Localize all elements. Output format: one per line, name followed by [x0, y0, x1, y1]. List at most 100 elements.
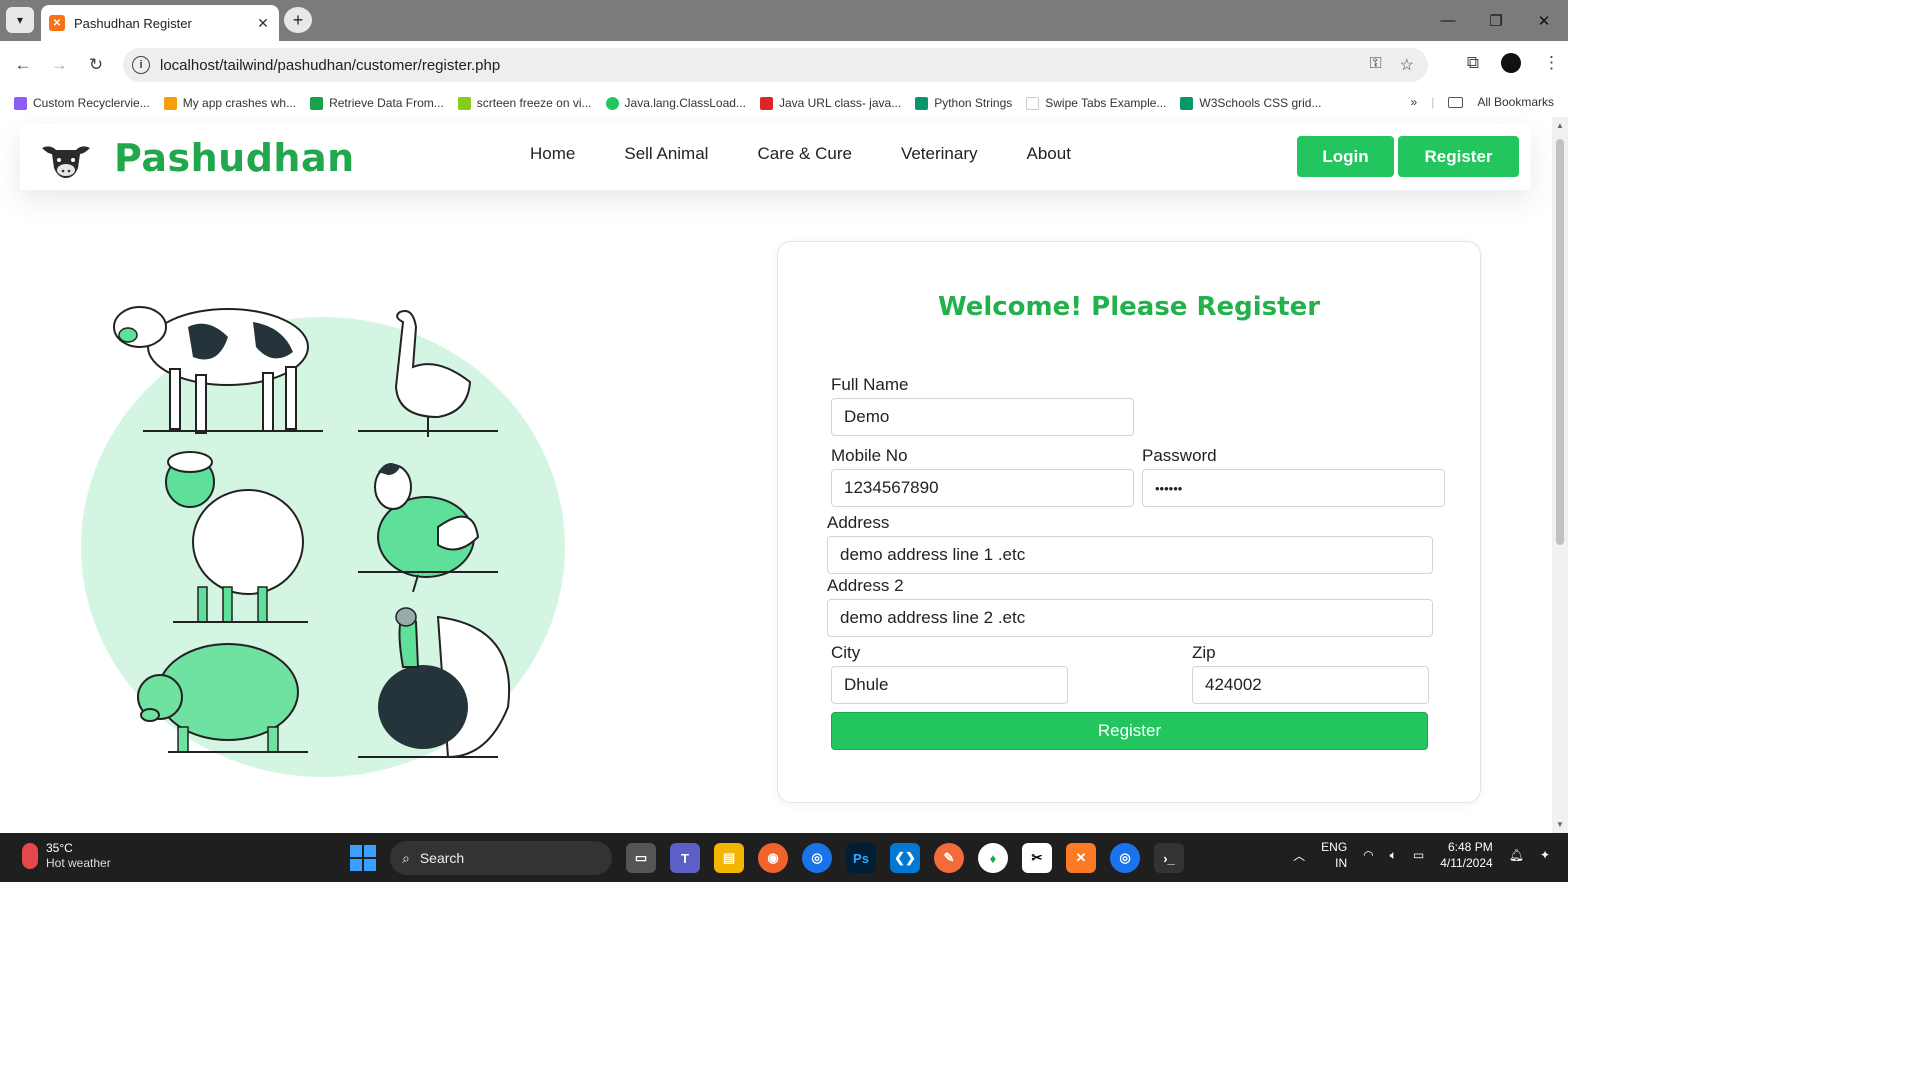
- thermometer-icon: [22, 842, 38, 869]
- forward-icon[interactable]: →: [47, 53, 71, 77]
- browser-tab[interactable]: ✕ Pashudhan Register ✕: [41, 5, 279, 41]
- register-submit-button[interactable]: Register: [831, 712, 1428, 750]
- windows-start-icon[interactable]: [350, 845, 376, 871]
- cow-logo-icon: [42, 146, 90, 178]
- address-label: Address: [827, 513, 890, 532]
- wifi-icon[interactable]: ◠: [1363, 848, 1373, 862]
- main-menu: Home Sell Animal Care & Cure Veterinary …: [530, 144, 1071, 164]
- address-bar[interactable]: i localhost/tailwind/pashudhan/customer/…: [123, 48, 1428, 82]
- divider: |: [1431, 95, 1435, 109]
- nav-link-care-cure[interactable]: Care & Cure: [757, 144, 851, 164]
- capcut-icon[interactable]: ✂: [1022, 843, 1052, 873]
- nav-link-veterinary[interactable]: Veterinary: [901, 144, 978, 164]
- teams-icon[interactable]: T: [670, 843, 700, 873]
- bookmark-favicon-icon: [759, 96, 773, 110]
- restore-icon[interactable]: ❐: [1472, 0, 1520, 41]
- url-text[interactable]: localhost/tailwind/pashudhan/customer/re…: [160, 57, 500, 74]
- mobile-field[interactable]: 1234567890: [831, 469, 1134, 507]
- bookmark-item[interactable]: Custom Recyclervie...: [14, 96, 150, 110]
- site-info-icon[interactable]: i: [132, 56, 150, 74]
- chrome-icon[interactable]: ◎: [802, 843, 832, 873]
- mobile-label: Mobile No: [831, 446, 908, 465]
- back-icon[interactable]: ←: [11, 53, 35, 77]
- bookmark-item[interactable]: W3Schools CSS grid...: [1180, 96, 1321, 110]
- postman-icon[interactable]: ✎: [934, 843, 964, 873]
- login-button[interactable]: Login: [1297, 136, 1394, 177]
- password-key-icon[interactable]: ⚿: [1369, 55, 1381, 75]
- address-field[interactable]: demo address line 1 .etc: [827, 536, 1433, 574]
- bookmark-star-icon[interactable]: ☆: [1400, 55, 1414, 75]
- screen: ▾ ✕ Pashudhan Register ✕ + — ❐ ✕ ← → ↻ i…: [0, 0, 1568, 882]
- bookmark-favicon-icon: [457, 96, 471, 110]
- bookmark-favicon-icon: [14, 96, 27, 110]
- close-icon[interactable]: ✕: [253, 15, 273, 32]
- scroll-thumb[interactable]: [1556, 139, 1564, 545]
- register-card: Welcome! Please Register Full Name Demo …: [777, 241, 1481, 803]
- battery-icon[interactable]: ▭: [1413, 848, 1424, 862]
- minimize-icon[interactable]: —: [1424, 0, 1472, 41]
- mongodb-icon[interactable]: ♦: [978, 843, 1008, 873]
- bookmark-item[interactable]: Swipe Tabs Example...: [1026, 96, 1166, 110]
- notification-bell-icon[interactable]: 🔔︎: [1509, 848, 1524, 862]
- bookmark-favicon-icon: [163, 96, 177, 110]
- zip-label: Zip: [1192, 643, 1216, 662]
- password-label: Password: [1142, 446, 1217, 465]
- page-scrollbar[interactable]: ▲ ▼: [1552, 117, 1568, 833]
- tab-title: Pashudhan Register: [74, 15, 192, 31]
- full-name-label: Full Name: [831, 375, 909, 394]
- language-indicator[interactable]: ENG IN: [1321, 839, 1347, 871]
- brand-name[interactable]: Pashudhan: [114, 136, 355, 180]
- form-title: Welcome! Please Register: [937, 292, 1321, 322]
- bookmark-item[interactable]: My app crashes wh...: [163, 96, 296, 110]
- vscode-icon[interactable]: ❮❯: [890, 843, 920, 873]
- chevron-up-icon[interactable]: ︿: [1293, 847, 1305, 864]
- profile-avatar[interactable]: [1501, 53, 1521, 73]
- city-field[interactable]: Dhule: [831, 666, 1068, 704]
- tab-search-button[interactable]: ▾: [6, 7, 34, 33]
- firefox-icon[interactable]: ◉: [758, 843, 788, 873]
- farm-animals-illustration: [81, 306, 565, 777]
- full-name-field[interactable]: Demo: [831, 398, 1134, 436]
- photoshop-icon[interactable]: Ps: [846, 843, 876, 873]
- folder-icon: [1448, 96, 1464, 108]
- nav-link-sell-animal[interactable]: Sell Animal: [624, 144, 708, 164]
- clock[interactable]: 6:48 PM 4/11/2024: [1440, 839, 1493, 871]
- address2-field[interactable]: demo address line 2 .etc: [827, 599, 1433, 637]
- reload-icon[interactable]: ↻: [84, 53, 108, 77]
- password-field[interactable]: ••••••: [1142, 469, 1445, 507]
- file-explorer-icon[interactable]: ▤: [714, 843, 744, 873]
- window-close-icon[interactable]: ✕: [1520, 0, 1568, 41]
- menu-kebab-icon[interactable]: ⋮: [1543, 53, 1560, 73]
- scroll-down-icon[interactable]: ▼: [1556, 820, 1564, 829]
- site-navbar: Pashudhan Home Sell Animal Care & Cure V…: [20, 124, 1531, 190]
- bookmark-favicon-icon: [605, 96, 619, 110]
- temperature: 35°C: [46, 841, 73, 855]
- chrome-active-icon[interactable]: ◎: [1110, 843, 1140, 873]
- volume-icon[interactable]: 🔈︎: [1390, 848, 1397, 863]
- bookmark-item[interactable]: scrteen freeze on vi...: [457, 96, 592, 110]
- bookmark-item[interactable]: Java URL class- java...: [759, 96, 901, 110]
- extensions-icon[interactable]: ⧉: [1467, 53, 1479, 73]
- nav-link-home[interactable]: Home: [530, 144, 575, 164]
- chevron-double-right-icon[interactable]: »: [1411, 95, 1418, 109]
- all-bookmarks-link[interactable]: All Bookmarks: [1477, 95, 1554, 109]
- new-tab-button[interactable]: +: [284, 7, 312, 33]
- xampp-icon[interactable]: ✕: [1066, 843, 1096, 873]
- nav-link-about[interactable]: About: [1027, 144, 1071, 164]
- weather-description: Hot weather: [46, 856, 111, 870]
- weather-widget[interactable]: 35°C Hot weather: [22, 841, 111, 870]
- copilot-icon[interactable]: ✦: [1540, 848, 1550, 862]
- zip-field[interactable]: 424002: [1192, 666, 1429, 704]
- task-view-icon[interactable]: ▭: [626, 843, 656, 873]
- terminal-icon[interactable]: ›_: [1154, 843, 1184, 873]
- system-tray: ︿ ENG IN ◠ 🔈︎ ▭ 6:48 PM 4/11/2024 🔔︎ ✦: [1293, 839, 1550, 871]
- register-nav-button[interactable]: Register: [1398, 136, 1519, 177]
- scroll-up-icon[interactable]: ▲: [1556, 121, 1564, 130]
- bookmark-item[interactable]: Java.lang.ClassLoad...: [605, 96, 746, 110]
- address2-label: Address 2: [827, 576, 904, 595]
- bookmark-item[interactable]: Retrieve Data From...: [310, 96, 444, 110]
- window-controls: — ❐ ✕: [1424, 0, 1568, 41]
- xampp-favicon-icon: ✕: [49, 15, 65, 31]
- bookmark-item[interactable]: Python Strings: [915, 96, 1012, 110]
- taskbar-search[interactable]: ⌕ Search: [390, 841, 612, 875]
